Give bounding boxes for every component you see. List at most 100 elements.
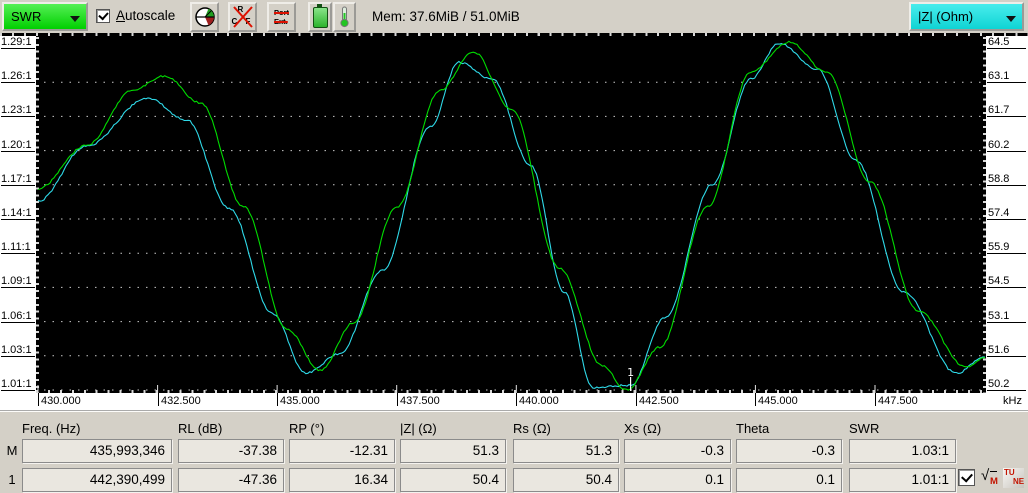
plot-canvas[interactable]: 1	[36, 37, 986, 393]
impedance-tick-label: 64.5	[987, 36, 1026, 49]
marker-enable-checkbox[interactable]	[958, 469, 975, 486]
freq-tick-label: 445.000	[758, 395, 798, 407]
freq-major-tick	[158, 393, 159, 406]
impedance-tick-label: 53.1	[987, 310, 1026, 323]
freq-major-tick	[755, 393, 756, 406]
impedance-tick-label: 51.6	[987, 344, 1026, 357]
value-1-z: 50.4	[400, 468, 506, 492]
swr-tick-label: 1.26:1	[1, 70, 35, 84]
sqrt-m-button[interactable]: √ M	[981, 467, 1000, 488]
check-icon	[98, 9, 109, 21]
impedance-tick-label: 60.2	[987, 139, 1026, 152]
col-header-freq: Freq. (Hz)	[22, 421, 81, 436]
value-m-rs: 51.3	[513, 439, 619, 463]
impedance-tick-label: 57.4	[987, 207, 1026, 220]
battery-status-button[interactable]	[308, 2, 332, 32]
freq-major-tick	[38, 393, 39, 406]
col-header-theta: Theta	[736, 421, 770, 436]
impedance-axis: 64.5 63.1 61.7 60.2 58.8 57.4 55.9 54.5 53.1 51.6…	[986, 36, 1028, 393]
trace-impedance	[37, 43, 986, 389]
sqrt-bar	[990, 471, 997, 472]
value-1-rp: 16.34	[289, 468, 395, 492]
value-1-theta: 0.1	[736, 468, 842, 492]
value-m-swr: 1.03:1	[849, 439, 956, 463]
trace-type-value: SWR	[11, 9, 42, 24]
col-header-rl: RL (dB)	[178, 421, 223, 436]
freq-major-tick	[397, 393, 398, 406]
col-header-rs: Rs (Ω)	[513, 421, 551, 436]
value-1-freq: 442,390,499	[22, 468, 172, 492]
freq-major-tick	[875, 393, 876, 406]
antenna-analyzer-window: SWR Autoscale R C F Port Ext. Mem: 37.6M…	[0, 0, 1028, 493]
smith-chart-button[interactable]	[190, 2, 219, 32]
chevron-down-icon	[1006, 16, 1016, 22]
trace-type-select[interactable]: SWR	[2, 2, 88, 31]
value-m-freq: 435,993,346	[22, 439, 172, 463]
memory-status: Mem: 37.6MiB / 51.0MiB	[372, 9, 520, 24]
sqrt-icon: √	[981, 467, 990, 484]
freq-major-tick	[636, 393, 637, 406]
right-axis-select[interactable]: |Z| (Ohm)	[909, 2, 1024, 31]
freq-tick-label: 440.000	[519, 395, 559, 407]
check-icon	[961, 470, 973, 483]
battery-icon	[312, 3, 328, 28]
value-1-rl: -47.36	[178, 468, 284, 492]
impedance-tick-label: 50.2	[987, 378, 1026, 391]
swr-tick-label: 1.17:1	[1, 173, 35, 186]
swr-tick-label: 1.20:1	[1, 139, 35, 152]
smith-chart-icon	[194, 7, 215, 27]
col-header-z: |Z| (Ω)	[400, 421, 437, 436]
rcf-disabled-icon: R C F	[231, 5, 255, 29]
value-1-xs: 0.1	[624, 468, 731, 492]
thermometer-icon	[340, 6, 349, 28]
red-x-icon	[232, 6, 253, 28]
swr-tick-label: 1.14:1	[1, 207, 35, 220]
freq-tick-label: 432.500	[161, 395, 201, 407]
impedance-tick-label: 63.1	[987, 70, 1026, 84]
freq-major-tick	[277, 393, 278, 406]
frequency-axis: kHz 430.000 432.500 435.000 437.500 440.000 4…	[0, 393, 1028, 411]
impedance-tick-label: 54.5	[987, 275, 1026, 289]
marker-label: 1	[627, 366, 634, 379]
autoscale-checkbox[interactable]	[96, 9, 110, 23]
temperature-button[interactable]	[333, 2, 356, 32]
impedance-tick-label: 61.7	[987, 104, 1026, 118]
value-m-z: 51.3	[400, 439, 506, 463]
swr-tick-label: 1.29:1	[1, 36, 35, 49]
swr-axis: 1.29:1 1.26:1 1.23:1 1.20:1 1.17:1 1.14:1 1.11…	[0, 36, 36, 393]
trace-swr	[37, 40, 986, 391]
col-header-swr: SWR	[849, 421, 880, 436]
freq-tick-label: 430.000	[41, 395, 81, 407]
chevron-down-icon	[70, 16, 80, 22]
freq-tick-label: 442.500	[639, 395, 679, 407]
swr-tick-label: 1.01:1	[1, 378, 35, 391]
swr-tick-label: 1.03:1	[1, 344, 35, 357]
value-1-rs: 50.4	[513, 468, 619, 492]
freq-tick-label: 447.500	[878, 395, 918, 407]
value-1-swr: 1.01:1	[849, 468, 956, 492]
x-axis-unit: kHz	[1003, 395, 1022, 407]
swr-tick-label: 1.06:1	[1, 310, 35, 323]
rcf-measure-button[interactable]: R C F	[228, 2, 257, 32]
tune-button[interactable]: TU NE	[1003, 468, 1024, 488]
impedance-tick-label: 58.8	[987, 173, 1026, 186]
right-axis-value: |Z| (Ohm)	[918, 9, 974, 24]
impedance-tick-label: 55.9	[987, 241, 1026, 255]
top-minor-ticks	[0, 33, 1028, 36]
row-label-m: M	[6, 443, 18, 458]
toolbar: SWR Autoscale R C F Port Ext. Mem: 37.6M…	[0, 0, 1028, 34]
port-extension-disabled-icon: Port Ext.	[274, 8, 289, 26]
value-m-rl: -37.38	[178, 439, 284, 463]
value-m-xs: -0.3	[624, 439, 731, 463]
col-header-rp: RP (°)	[289, 421, 325, 436]
freq-tick-label: 437.500	[400, 395, 440, 407]
swr-tick-label: 1.23:1	[1, 104, 35, 118]
measurements-panel: Freq. (Hz) RL (dB) RP (°) |Z| (Ω) Rs (Ω)…	[0, 411, 1028, 493]
value-m-theta: -0.3	[736, 439, 842, 463]
autoscale-label[interactable]: Autoscale	[116, 8, 175, 23]
swr-tick-label: 1.11:1	[1, 241, 35, 255]
freq-major-tick	[516, 393, 517, 406]
col-header-xs: Xs (Ω)	[624, 421, 662, 436]
swr-tick-label: 1.09:1	[1, 275, 35, 289]
port-extension-button[interactable]: Port Ext.	[267, 2, 296, 32]
